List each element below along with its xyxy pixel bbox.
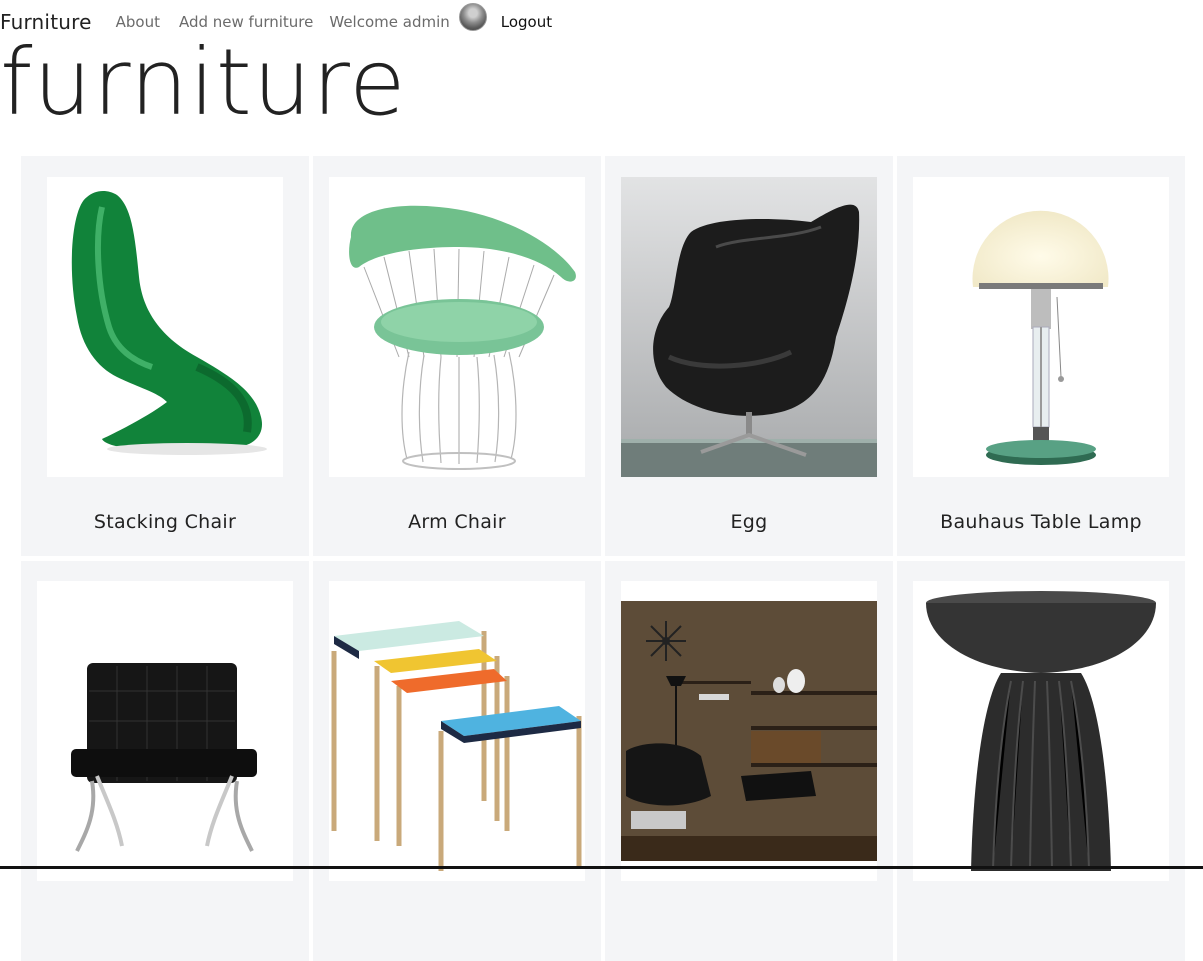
- nesting-tables-image: [329, 581, 585, 881]
- black-side-table-image: [913, 581, 1169, 881]
- wire-armchair-image: [329, 177, 585, 477]
- furniture-card[interactable]: [21, 561, 309, 961]
- furniture-card-label: Stacking Chair: [93, 511, 237, 533]
- furniture-card-label: Egg: [730, 511, 768, 533]
- page-title: furniture: [0, 29, 407, 136]
- furniture-card[interactable]: Stacking Chair: [21, 156, 309, 556]
- furniture-grid: Stacking Chair Arm Chair Egg Bauhaus Tab…: [21, 156, 1186, 961]
- living-room-scene-image: [621, 581, 877, 881]
- furniture-card-label: Bauhaus Table Lamp: [940, 511, 1142, 533]
- green-panton-chair-image: [47, 177, 283, 477]
- furniture-card[interactable]: Arm Chair: [313, 156, 601, 556]
- furniture-card[interactable]: [313, 561, 601, 961]
- furniture-card-label: Arm Chair: [408, 511, 506, 533]
- furniture-card[interactable]: Egg: [605, 156, 893, 556]
- furniture-card[interactable]: Bauhaus Table Lamp: [897, 156, 1185, 556]
- egg-chair-image: [621, 177, 877, 477]
- furniture-card[interactable]: [897, 561, 1185, 961]
- bauhaus-lamp-image: [913, 177, 1169, 477]
- logout-link[interactable]: Logout: [501, 13, 552, 31]
- furniture-card[interactable]: [605, 561, 893, 961]
- black-leather-chair-image: [37, 581, 293, 881]
- user-avatar[interactable]: [458, 3, 487, 31]
